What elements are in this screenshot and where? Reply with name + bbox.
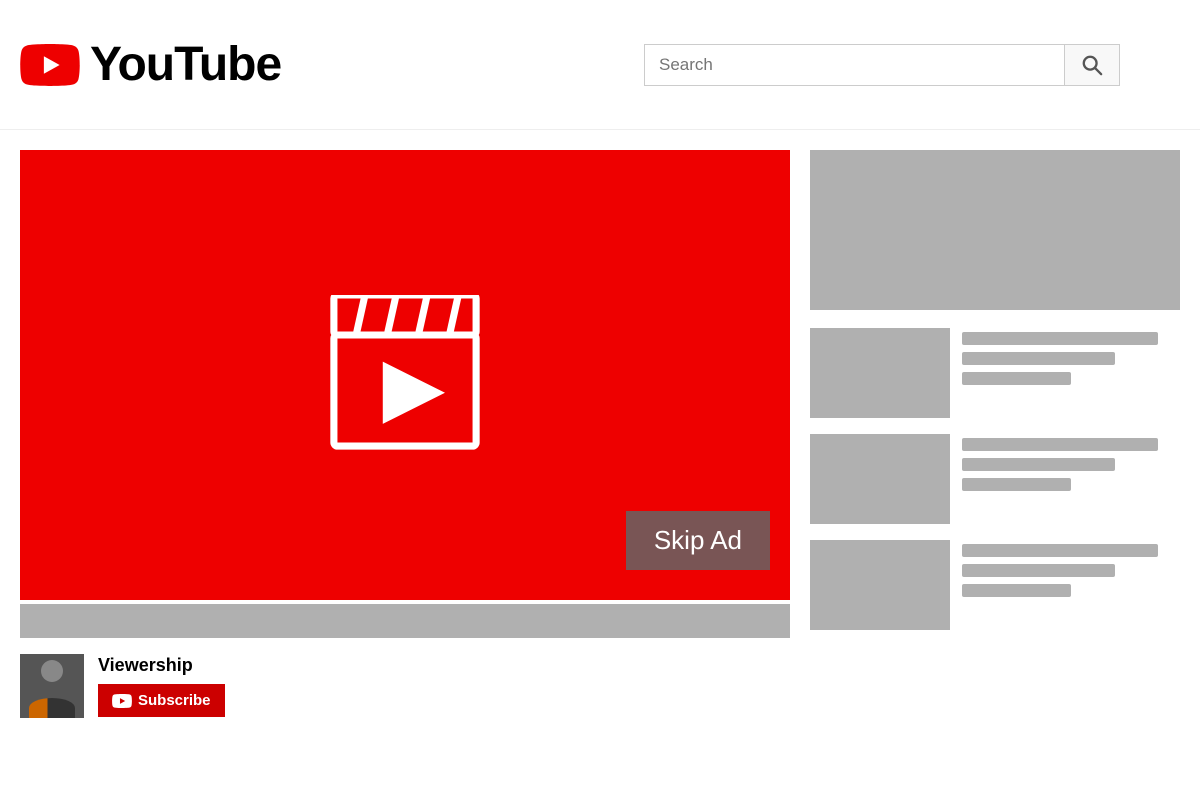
subscribe-button[interactable]: Subscribe (98, 684, 225, 717)
youtube-logo-icon (20, 44, 80, 86)
film-clapper-icon (315, 295, 495, 455)
recommended-list (810, 328, 1180, 630)
rec-thumbnail-3 (810, 540, 950, 630)
search-input[interactable] (644, 44, 1064, 86)
channel-info: Viewership Subscribe (98, 655, 225, 717)
subscribe-label: Subscribe (138, 692, 211, 709)
rec-thumbnail-1 (810, 328, 950, 418)
rec-item-3[interactable] (810, 540, 1180, 630)
rec-thumbnail-2 (810, 434, 950, 524)
search-button[interactable] (1064, 44, 1120, 86)
channel-avatar (20, 654, 84, 718)
search-icon (1081, 54, 1103, 76)
video-progress-bar[interactable] (20, 604, 790, 638)
rec-meta-line-1 (962, 372, 1071, 385)
rec-info-3 (962, 540, 1180, 597)
rec-meta-line-3 (962, 584, 1071, 597)
logo-area: YouTube (20, 37, 281, 92)
rec-info-2 (962, 434, 1180, 491)
main-content: Skip Ad Viewership Subscribe (0, 130, 1200, 798)
rec-item-1[interactable] (810, 328, 1180, 418)
right-column (810, 150, 1180, 798)
left-column: Skip Ad Viewership Subscribe (20, 150, 790, 798)
youtube-wordmark: YouTube (90, 37, 281, 92)
channel-row: Viewership Subscribe (20, 654, 790, 718)
rec-title-line-3 (962, 438, 1158, 451)
rec-title-line-5 (962, 544, 1158, 557)
avatar-body (29, 698, 75, 718)
avatar-head (41, 660, 63, 682)
rec-title-line-2 (962, 352, 1115, 365)
rec-title-line-1 (962, 332, 1158, 345)
header: YouTube (0, 0, 1200, 130)
rec-title-line-6 (962, 564, 1115, 577)
top-ad-banner (810, 150, 1180, 310)
channel-name: Viewership (98, 655, 225, 676)
youtube-small-icon (112, 694, 132, 708)
skip-ad-button[interactable]: Skip Ad (626, 511, 770, 570)
video-player[interactable]: Skip Ad (20, 150, 790, 600)
rec-title-line-4 (962, 458, 1115, 471)
rec-meta-line-2 (962, 478, 1071, 491)
rec-info-1 (962, 328, 1180, 385)
rec-item-2[interactable] (810, 434, 1180, 524)
search-area (644, 44, 1120, 86)
